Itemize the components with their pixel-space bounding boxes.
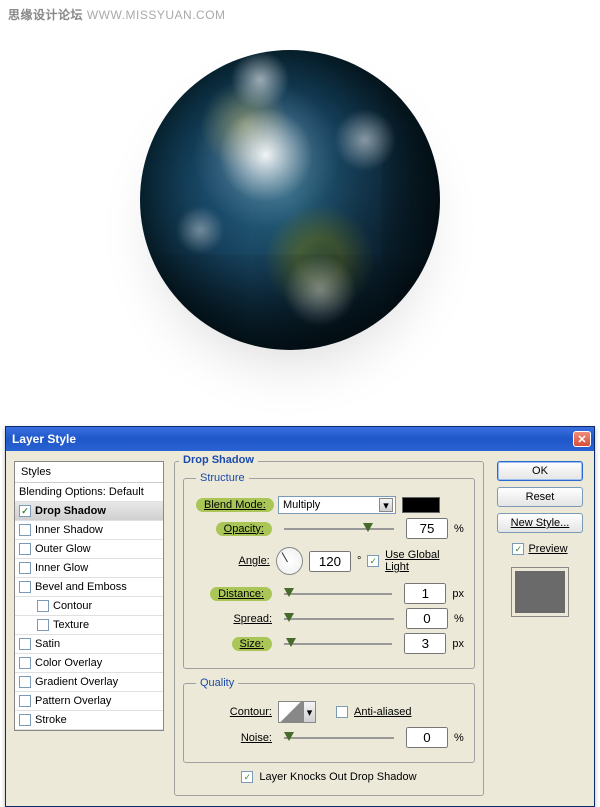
right-column: OK Reset New Style... ✓ Preview: [494, 461, 586, 617]
style-row[interactable]: Texture: [15, 616, 163, 635]
blend-mode-label: Blend Mode:: [196, 498, 274, 512]
style-checkbox[interactable]: [19, 695, 31, 707]
style-checkbox[interactable]: [19, 524, 31, 536]
styles-header[interactable]: Styles: [15, 462, 163, 483]
quality-group: Quality Contour: ▾ Anti-aliased Noise:: [183, 677, 475, 763]
close-icon: ✕: [577, 433, 586, 446]
watermark: 思缘设计论坛 WWW.MISSYUAN.COM: [8, 6, 226, 23]
style-checkbox[interactable]: [19, 562, 31, 574]
size-input[interactable]: [404, 633, 446, 654]
styles-panel: Styles Blending Options: Default ✓ Drop Sh…: [14, 461, 164, 731]
angle-dial[interactable]: [276, 547, 303, 575]
style-row[interactable]: Inner Glow: [15, 559, 163, 578]
preview-checkbox[interactable]: ✓: [512, 543, 524, 555]
spread-input[interactable]: [406, 608, 448, 629]
antialiased-label: Anti-aliased: [354, 706, 411, 718]
opacity-input[interactable]: [406, 518, 448, 539]
style-label: Inner Glow: [35, 562, 88, 574]
distance-input[interactable]: [404, 583, 446, 604]
style-row[interactable]: Pattern Overlay: [15, 692, 163, 711]
style-label: Blending Options: Default: [19, 486, 144, 498]
style-checkbox[interactable]: [19, 676, 31, 688]
preview-label: Preview: [528, 543, 567, 555]
spread-label: Spread:: [233, 613, 272, 625]
style-checkbox[interactable]: [19, 714, 31, 726]
blend-mode-select[interactable]: Multiply ▾: [278, 496, 396, 514]
style-checkbox[interactable]: [19, 581, 31, 593]
style-row[interactable]: Gradient Overlay: [15, 673, 163, 692]
antialiased-checkbox[interactable]: [336, 706, 348, 718]
knockout-label: Layer Knocks Out Drop Shadow: [259, 771, 416, 783]
spread-slider[interactable]: [284, 618, 394, 620]
noise-slider[interactable]: [284, 737, 394, 739]
style-row[interactable]: Blending Options: Default: [15, 483, 163, 502]
opacity-label: Opacity:: [216, 522, 272, 536]
knockout-checkbox[interactable]: ✓: [241, 771, 253, 783]
style-row[interactable]: Color Overlay: [15, 654, 163, 673]
style-label: Bevel and Emboss: [35, 581, 127, 593]
style-row[interactable]: Outer Glow: [15, 540, 163, 559]
style-label: Gradient Overlay: [35, 676, 118, 688]
chevron-down-icon: ▾: [379, 498, 393, 512]
contour-label: Contour:: [230, 706, 272, 718]
style-label: Drop Shadow: [35, 505, 106, 517]
style-checkbox[interactable]: [19, 638, 31, 650]
contour-picker[interactable]: [278, 701, 304, 723]
style-label: Stroke: [35, 714, 67, 726]
style-checkbox[interactable]: [37, 619, 49, 631]
opacity-slider[interactable]: [284, 528, 394, 530]
titlebar[interactable]: Layer Style ✕: [6, 427, 594, 451]
quality-legend: Quality: [196, 677, 238, 689]
style-row[interactable]: Inner Shadow: [15, 521, 163, 540]
contour-dropdown[interactable]: ▾: [304, 701, 316, 723]
style-checkbox[interactable]: ✓: [19, 505, 31, 517]
style-label: Inner Shadow: [35, 524, 103, 536]
distance-label: Distance:: [210, 587, 272, 601]
size-slider[interactable]: [284, 643, 392, 645]
center-panel: Drop Shadow Structure Blend Mode: Multip…: [174, 461, 484, 796]
ok-button[interactable]: OK: [497, 461, 583, 481]
dialog-title: Layer Style: [12, 432, 76, 446]
noise-input[interactable]: [406, 727, 448, 748]
new-style-button[interactable]: New Style...: [497, 513, 583, 533]
close-button[interactable]: ✕: [573, 431, 591, 447]
style-label: Texture: [53, 619, 89, 631]
size-label: Size:: [232, 637, 272, 651]
style-label: Satin: [35, 638, 60, 650]
style-row[interactable]: ✓ Drop Shadow: [15, 502, 163, 521]
style-checkbox[interactable]: [37, 600, 49, 612]
style-row[interactable]: Contour: [15, 597, 163, 616]
style-checkbox[interactable]: [19, 657, 31, 669]
style-checkbox[interactable]: [19, 543, 31, 555]
noise-label: Noise:: [241, 732, 272, 744]
angle-input[interactable]: [309, 551, 351, 572]
angle-label: Angle:: [239, 555, 270, 567]
global-light-checkbox[interactable]: ✓: [367, 555, 379, 567]
style-label: Outer Glow: [35, 543, 91, 555]
global-light-label: Use Global Light: [385, 549, 464, 573]
style-row[interactable]: Satin: [15, 635, 163, 654]
style-row[interactable]: Bevel and Emboss: [15, 578, 163, 597]
reset-button[interactable]: Reset: [497, 487, 583, 507]
style-label: Color Overlay: [35, 657, 102, 669]
distance-slider[interactable]: [284, 593, 392, 595]
style-label: Pattern Overlay: [35, 695, 111, 707]
style-label: Contour: [53, 600, 92, 612]
structure-group: Structure Blend Mode: Multiply ▾ Opacity…: [183, 472, 475, 669]
shadow-color-swatch[interactable]: [402, 497, 440, 513]
layer-style-dialog: Layer Style ✕ Styles Blending Options: D…: [5, 426, 595, 807]
earth-image: [140, 50, 460, 370]
preview-swatch: [511, 567, 569, 617]
structure-legend: Structure: [196, 472, 249, 484]
style-row[interactable]: Stroke: [15, 711, 163, 730]
section-title: Drop Shadow: [179, 454, 258, 466]
